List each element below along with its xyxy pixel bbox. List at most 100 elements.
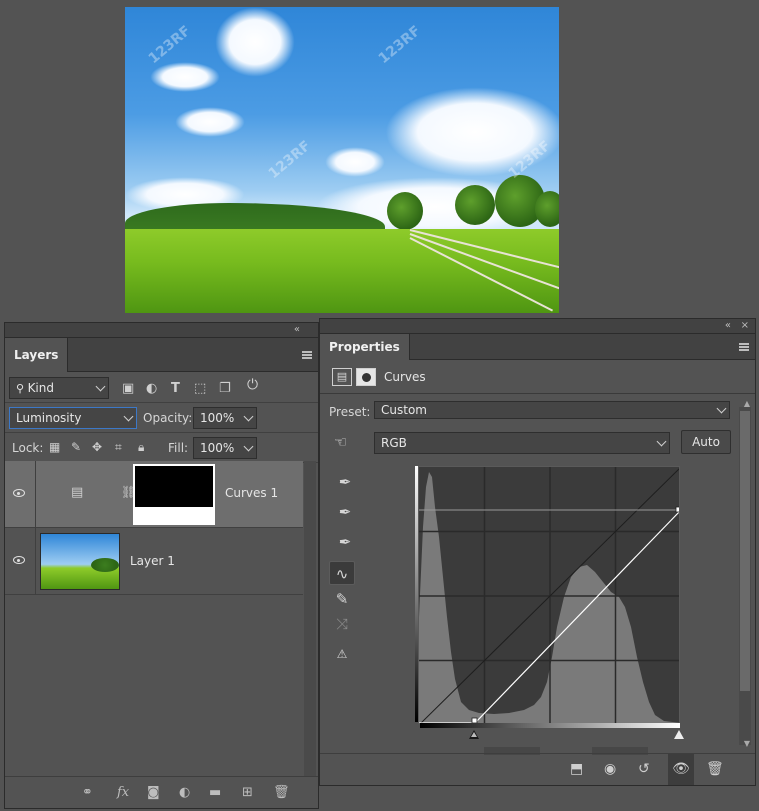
clip-to-layer-icon[interactable]: ⬒ [570,761,583,777]
new-group-icon[interactable]: ▬ [209,785,221,800]
new-layer-icon[interactable]: ⊞ [242,785,253,800]
channel-value: RGB [381,436,407,450]
canvas-image[interactable]: 123RF 123RF 123RF 123RF [125,7,559,313]
lock-row: Lock: ▦ ✎ ✥ ⌗ 🔒︎ Fill: 100% [5,433,318,463]
properties-panel: « × Properties ▤ Curves Preset: Custom ☜… [319,318,756,786]
chevron-down-icon [716,403,727,414]
chevron-down-icon [243,411,254,422]
pencil-tool-icon[interactable]: ✎ [329,587,355,611]
tab-bar: Layers [5,338,318,372]
white-point-eyedropper-icon[interactable]: ✒ [332,530,358,554]
curves-adjustment-icon: ▤ [332,368,352,386]
clipping-warning-icon[interactable]: ⚠ [329,642,355,666]
panel-menu-icon[interactable] [739,343,749,351]
curve-points-tool-icon[interactable]: ∿ [329,561,355,585]
fill-field[interactable]: 100% [193,437,257,459]
blend-mode-value: Luminosity [16,411,82,425]
delete-layer-icon[interactable]: 🗑︎ [273,785,290,800]
opacity-label: Opacity: [143,411,193,425]
black-point-eyedropper-icon[interactable]: ✒ [332,470,358,494]
cloud [215,7,295,77]
scroll-up-arrow-icon[interactable]: ▲ [744,399,750,408]
gray-point-eyedropper-icon[interactable]: ✒ [332,500,358,524]
layer-row-layer1[interactable]: Layer 1 [5,528,303,595]
filter-kind-dropdown[interactable]: ⚲ Kind [9,377,109,399]
scroll-down-arrow-icon[interactable]: ▼ [744,739,750,748]
cloud [175,107,245,137]
cloud [150,62,220,92]
filter-adjustment-icon[interactable]: ◐ [146,381,157,396]
opacity-field[interactable]: 100% [193,407,257,429]
mask-icon[interactable] [356,368,376,386]
view-previous-state-icon[interactable]: ◉ [604,761,616,777]
toggle-visibility-eye-icon[interactable]: 👁︎ [668,754,694,785]
tab-layers[interactable]: Layers [5,338,69,372]
blend-row: Luminosity Opacity: 100% [5,403,318,433]
layer-row-curves[interactable]: ▤ ⛓ Curves 1 [5,461,303,528]
collapse-icon[interactable]: « [725,319,731,333]
lock-paint-icon[interactable]: ✎ [71,440,81,454]
panel-menu-icon[interactable] [302,351,312,359]
on-image-adjust-icon[interactable]: ☜ [334,433,347,451]
layer-mask-thumbnail[interactable] [133,464,215,525]
white-input-slider[interactable] [674,730,684,739]
link-layers-icon[interactable]: ⚭ [82,785,93,800]
fill-value: 100% [200,441,235,455]
channel-dropdown[interactable]: RGB [374,432,670,454]
filter-pixel-icon[interactable]: ▣ [122,381,134,396]
lock-all-icon[interactable]: 🔒︎ [138,440,144,455]
scrollbar-thumb[interactable] [740,411,750,691]
layers-scrollbar[interactable] [304,461,316,776]
filter-kind-value: Kind [27,381,54,395]
filter-shape-icon[interactable]: ⬚ [194,381,206,396]
preset-dropdown[interactable]: Custom [374,401,730,419]
chevron-down-icon [95,381,106,392]
layers-panel: « Layers ⚲ Kind ▣ ◐ T ⬚ ❐ ⏻ Luminosity O… [4,322,319,809]
preset-value: Custom [381,403,427,417]
reset-icon[interactable]: ↺ [638,761,650,777]
curves-graph-svg[interactable] [419,467,680,724]
auto-button[interactable]: Auto [681,430,731,454]
lock-artboard-icon[interactable]: ⌗ [115,440,122,455]
fill-label: Fill: [168,441,189,455]
curve-point-white [675,506,679,513]
panel-topbar: « × [320,319,755,334]
visibility-eye-icon[interactable] [13,556,25,564]
tree [387,192,423,230]
blend-mode-dropdown[interactable]: Luminosity [9,407,137,429]
tab-properties[interactable]: Properties [320,334,410,360]
preset-label: Preset: [329,405,371,419]
properties-scrollbar[interactable] [739,407,751,745]
adjustment-title: Curves [384,370,426,384]
curves-graph[interactable] [418,466,680,724]
properties-bottom-toolbar: ⬒ ◉ ↺ 👁︎ 🗑︎ [320,753,755,785]
divider [35,461,36,528]
delete-adjustment-icon[interactable]: 🗑︎ [706,761,724,777]
chevron-down-icon [656,436,667,447]
layer-name[interactable]: Layer 1 [130,554,175,568]
add-mask-icon[interactable]: ◙ [147,785,160,800]
layers-bottom-toolbar: ⚭ fx ◙ ◐ ▬ ⊞ 🗑︎ [5,776,318,808]
black-input-slider[interactable] [469,730,479,739]
chevron-down-icon [123,411,134,422]
new-adjustment-icon[interactable]: ◐ [179,785,190,800]
collapse-icon[interactable]: « [294,323,300,337]
search-icon: ⚲ [16,382,28,395]
filter-type-icon[interactable]: T [171,381,180,396]
curves-adjustment-icon: ▤ [71,485,84,500]
grass-field [125,229,559,313]
divider [35,528,36,595]
fx-icon[interactable]: fx [117,785,129,800]
lock-position-icon[interactable]: ✥ [92,440,102,454]
layer-name[interactable]: Curves 1 [225,486,278,500]
tree [535,191,559,227]
panel-topbar: « [5,323,318,338]
close-icon[interactable]: × [741,319,749,333]
visibility-eye-icon[interactable] [13,489,25,497]
layer-thumbnail[interactable] [40,533,120,590]
opacity-value: 100% [200,411,235,425]
filter-toggle-icon[interactable]: ⏻ [247,377,258,393]
lock-label: Lock: [12,441,44,455]
lock-transparent-icon[interactable]: ▦ [49,440,60,454]
filter-smartobject-icon[interactable]: ❐ [219,381,231,396]
